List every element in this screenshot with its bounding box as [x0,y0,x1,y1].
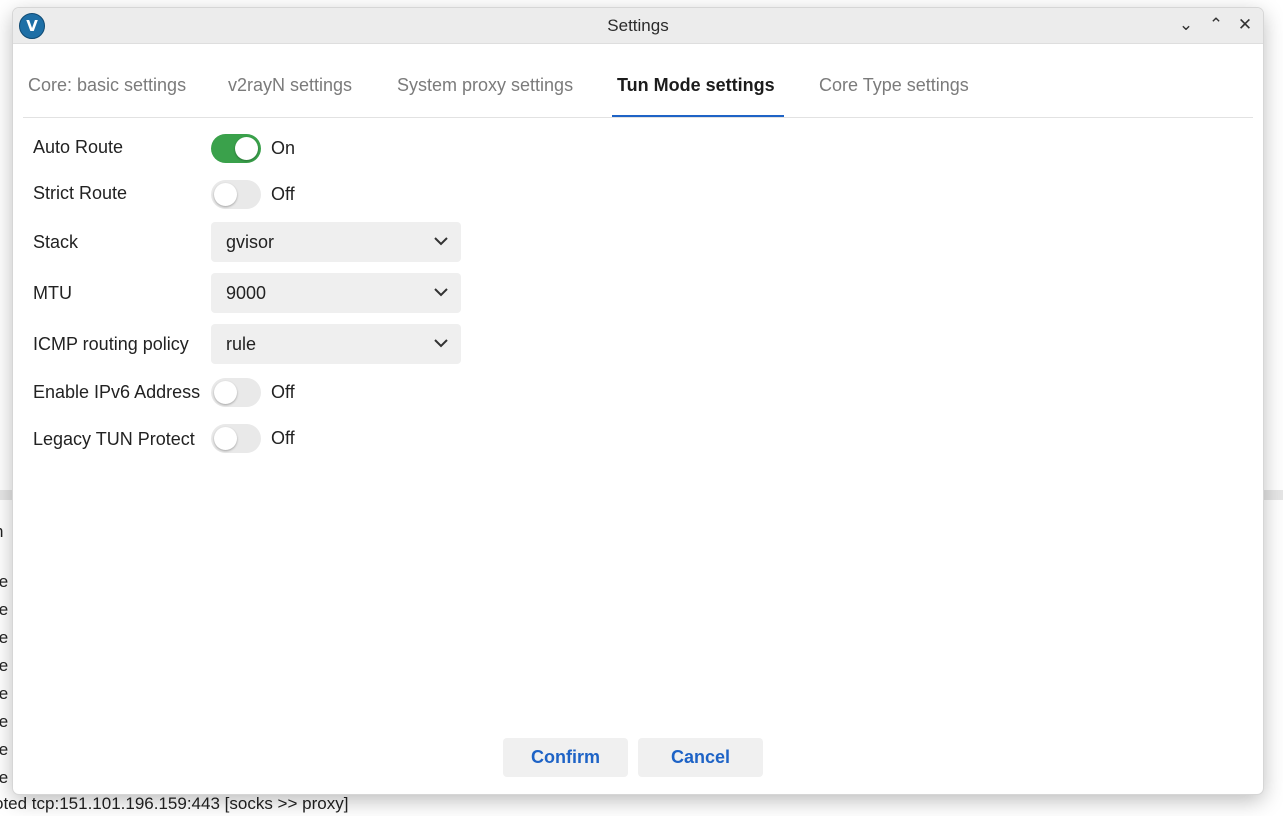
chevron-down-icon [434,339,448,348]
mtu-select[interactable]: 9000 [211,273,461,313]
maximize-button[interactable]: ⌃ [1203,12,1229,38]
legacy-tun-protect-state: Off [271,428,295,448]
stack-value: gvisor [226,232,275,252]
auto-route-toggle[interactable] [211,134,261,163]
log-line: te [0,628,9,647]
active-tab-indicator [612,115,784,117]
chevron-down-icon [434,237,448,246]
icmp-routing-policy-value: rule [226,334,257,354]
mtu-label: MTU [33,283,72,303]
confirm-button[interactable]: Confirm [503,738,628,777]
stack-select[interactable]: gvisor [211,222,461,262]
tab-system-proxy-settings[interactable]: System proxy settings [397,44,573,117]
title-bar[interactable]: V Settings ⌄ ⌃ ✕ [13,8,1263,44]
strict-route-state: Off [271,184,295,204]
toggle-knob [214,427,237,450]
mtu-value: 9000 [226,283,267,303]
window-title: Settings [607,16,669,35]
log-line: te [0,712,9,731]
strict-route-toggle[interactable] [211,180,261,209]
enable-ipv6-label: Enable IPv6 Address [33,382,201,402]
log-line: te [0,656,9,675]
minimize-button[interactable]: ⌄ [1173,12,1199,38]
chevron-down-icon [434,288,448,297]
settings-dialog: V Settings ⌄ ⌃ ✕ Core: basic settings v2… [13,8,1263,794]
toggle-knob [214,183,237,206]
enable-ipv6-toggle[interactable] [211,378,261,407]
legacy-tun-protect-toggle[interactable] [211,424,261,453]
stack-label: Stack [33,232,79,252]
log-line: te [0,572,9,591]
strict-route-label: Strict Route [33,183,128,203]
auto-route-label: Auto Route [33,137,124,157]
close-button[interactable]: ✕ [1232,12,1258,38]
log-line: n [0,522,3,542]
log-line: te [0,600,9,619]
icmp-routing-policy-select[interactable]: rule [211,324,461,364]
tab-tun-mode-settings[interactable]: Tun Mode settings [617,44,775,117]
log-line: te [0,740,9,759]
tab-v2rayn-settings[interactable]: v2rayN settings [228,44,352,117]
cancel-button[interactable]: Cancel [638,738,763,777]
icmp-routing-policy-label: ICMP routing policy [33,334,189,354]
log-line: te [0,684,9,703]
legacy-tun-protect-label: Legacy TUN Protect [33,429,195,449]
toggle-knob [235,137,258,160]
tab-core-type-settings[interactable]: Core Type settings [819,44,969,117]
settings-tabs: Core: basic settings v2rayN settings Sys… [23,44,1253,118]
log-line: te [0,768,9,787]
enable-ipv6-state: Off [271,382,295,402]
toggle-knob [214,381,237,404]
log-line: oted tcp:151.101.196.159:443 [socks >> p… [0,794,349,813]
tab-core-basic-settings[interactable]: Core: basic settings [28,44,186,117]
auto-route-state: On [271,138,296,158]
